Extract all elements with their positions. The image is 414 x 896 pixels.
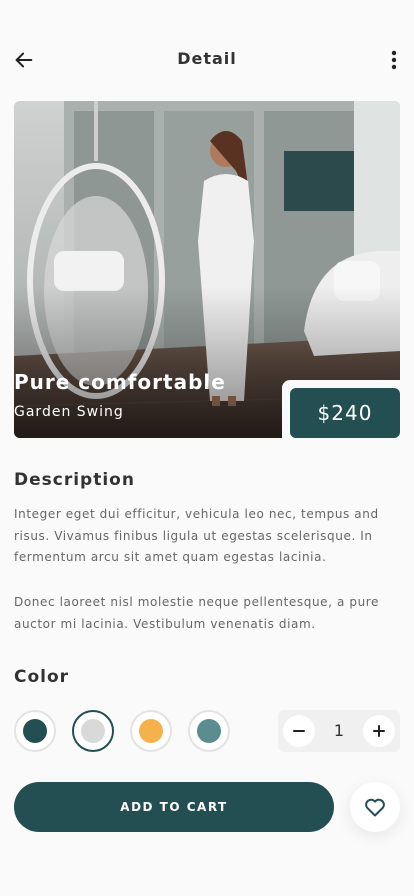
- color-swatch[interactable]: [130, 710, 172, 752]
- swatch-dot: [81, 719, 105, 743]
- add-to-cart-button[interactable]: ADD TO CART: [14, 782, 334, 832]
- page-title: Detail: [177, 49, 237, 68]
- heart-icon: [365, 798, 385, 817]
- more-vertical-icon: [391, 50, 397, 70]
- more-options-button[interactable]: [382, 46, 406, 74]
- color-swatch[interactable]: [14, 710, 56, 752]
- product-name: Pure comfortable: [14, 370, 226, 394]
- quantity-stepper: 1: [278, 710, 400, 752]
- color-heading: Color: [14, 667, 70, 687]
- product-subtitle: Garden Swing: [14, 404, 124, 420]
- hero-caption: Pure comfortable Garden Swing: [14, 370, 226, 420]
- description-heading: Description: [14, 470, 135, 490]
- swatch-dot: [23, 719, 47, 743]
- header: Detail: [0, 40, 414, 80]
- description-paragraph-2: Donec laoreet nisl molestie neque pellen…: [14, 595, 380, 631]
- price-badge: $240: [290, 388, 400, 438]
- plus-icon: [373, 725, 385, 737]
- description-paragraph-1: Integer eget dui efficitur, vehicula leo…: [14, 507, 379, 564]
- color-swatch[interactable]: [188, 710, 230, 752]
- swatch-dot: [197, 719, 221, 743]
- favorite-button[interactable]: [350, 782, 400, 832]
- swatch-dot: [139, 719, 163, 743]
- color-swatch[interactable]: [72, 710, 114, 752]
- increase-button[interactable]: [363, 715, 395, 747]
